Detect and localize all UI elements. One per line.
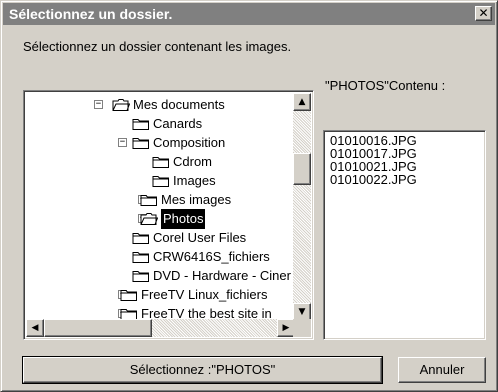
folder-tree[interactable]: − Mes documents Canards − Composition Cdrom Im…: [23, 90, 314, 340]
file-list[interactable]: 01010016.JPG 01010017.JPG 01010021.JPG 0…: [323, 130, 486, 340]
tree-item-label: Mes images: [161, 192, 232, 207]
scroll-left-button[interactable]: ◀: [26, 319, 44, 337]
tree-item-label: Corel User Files: [153, 230, 247, 245]
tree-item-label: Mes documents: [133, 97, 225, 112]
folder-icon: [120, 288, 138, 302]
close-button[interactable]: ✕: [475, 6, 492, 21]
tree-item[interactable]: DVD - Hardware - Ciner: [26, 266, 295, 286]
tree-viewport: − Mes documents Canards − Composition Cdrom Im…: [26, 93, 295, 321]
tree-item-label: Composition: [153, 135, 226, 150]
close-icon: ✕: [478, 6, 489, 20]
tree-item[interactable]: − Composition: [26, 133, 295, 153]
tree-item[interactable]: +Mes images: [26, 190, 295, 210]
file-item[interactable]: 01010022.JPG: [330, 173, 417, 186]
tree-item[interactable]: Corel User Files: [26, 228, 295, 248]
tree-item-label: Images: [173, 173, 216, 188]
open-folder-icon: [112, 98, 131, 112]
folder-icon: [132, 136, 150, 150]
tree-horizontal-scrollbar[interactable]: ◀ ▶: [26, 319, 295, 337]
cancel-button[interactable]: Annuler: [398, 357, 486, 383]
folder-icon: [152, 155, 170, 169]
open-folder-icon: [140, 212, 159, 226]
dialog-title: Sélectionnez un dossier.: [9, 6, 173, 22]
tree-item[interactable]: +Photos: [26, 209, 295, 229]
tree-item-label: Photos: [161, 209, 206, 229]
folder-icon: [152, 174, 170, 188]
arrow-right-icon: ▶: [282, 323, 290, 333]
folder-icon: [132, 231, 150, 245]
tree-vertical-scrollbar[interactable]: ▲ ▼: [293, 93, 311, 321]
tree-item-label: Canards: [153, 116, 203, 131]
tree-item[interactable]: Canards: [26, 114, 295, 134]
scroll-up-button[interactable]: ▲: [293, 93, 311, 111]
tree-item[interactable]: CRW6416S_fichiers: [26, 247, 295, 267]
tree-item-label: DVD - Hardware - Ciner: [153, 268, 291, 283]
arrow-down-icon: ▼: [298, 307, 306, 317]
tree-item[interactable]: +FreeTV Linux_fichiers: [26, 285, 295, 305]
vertical-scroll-thumb[interactable]: [293, 153, 311, 185]
folder-dialog: Sélectionnez un dossier. ✕ Sélectionnez …: [0, 0, 498, 392]
title-bar: Sélectionnez un dossier. ✕: [3, 3, 495, 25]
arrow-up-icon: ▲: [298, 97, 306, 107]
tree-item-label: CRW6416S_fichiers: [153, 249, 270, 264]
tree-item-label: Cdrom: [173, 154, 213, 169]
scrollbar-corner: [293, 319, 311, 337]
arrow-left-icon: ◀: [31, 323, 39, 333]
collapse-icon[interactable]: −: [118, 138, 127, 147]
collapse-icon[interactable]: −: [94, 100, 103, 109]
tree-item[interactable]: Cdrom: [26, 152, 295, 172]
folder-icon: [132, 117, 150, 131]
select-folder-button[interactable]: Sélectionnez :"PHOTOS": [22, 356, 383, 384]
tree-item[interactable]: Images: [26, 171, 295, 191]
instruction-text: Sélectionnez un dossier contenant les im…: [23, 39, 292, 54]
contents-label: "PHOTOS"Contenu :: [325, 78, 446, 93]
folder-icon: [132, 269, 150, 283]
tree-item[interactable]: − Mes documents: [26, 95, 295, 115]
folder-icon: [140, 193, 158, 207]
tree-item-label: FreeTV Linux_fichiers: [141, 287, 268, 302]
folder-icon: [132, 250, 150, 264]
horizontal-scroll-thumb[interactable]: [44, 319, 152, 337]
